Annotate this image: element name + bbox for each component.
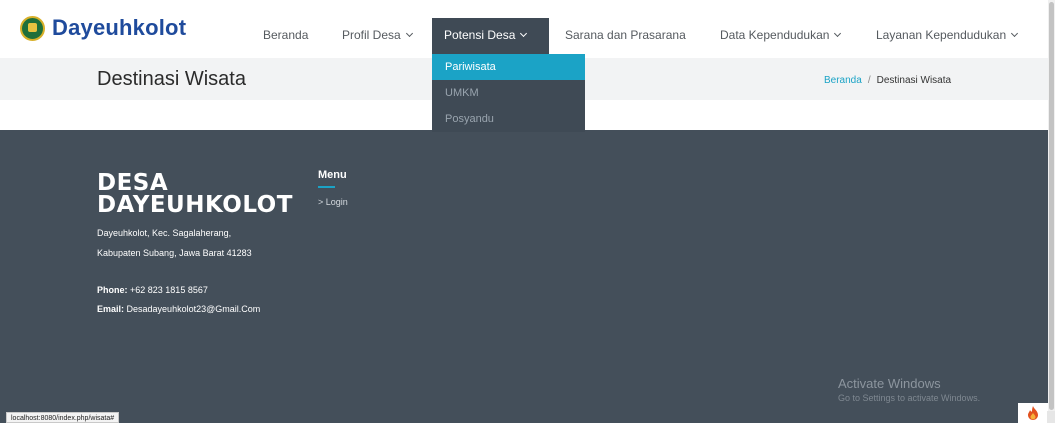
nav-profil-desa[interactable]: Profil Desa <box>342 18 413 54</box>
nav-label: Sarana dan Prasarana <box>565 28 686 42</box>
scrollbar-thumb[interactable] <box>1049 2 1054 410</box>
dropdown-item-posyandu[interactable]: Posyandu <box>432 106 585 132</box>
nav-data-kependudukan[interactable]: Data Kependudukan <box>720 18 842 54</box>
site-footer: DESA DAYEUHKOLOT Dayeuhkolot, Kec. Sagal… <box>0 130 1048 423</box>
footer-phone-value: +62 823 1815 8567 <box>130 285 208 295</box>
flame-icon <box>1028 406 1038 420</box>
nav-sarana-prasarana[interactable]: Sarana dan Prasarana <box>565 18 686 54</box>
site-logo-link[interactable]: Dayeuhkolot <box>20 14 186 42</box>
footer-email-label: Email: <box>97 304 125 314</box>
footer-menu-title: Menu <box>318 169 347 181</box>
footer-brand-line2: DAYEUHKOLOT <box>97 192 293 218</box>
chevron-down-icon <box>834 29 842 38</box>
chevron-right-icon: > <box>318 197 324 207</box>
chevron-down-icon <box>520 29 528 38</box>
nav-label: Beranda <box>263 28 309 42</box>
breadcrumb-home-link[interactable]: Beranda <box>824 75 862 86</box>
footer-address-line1: Dayeuhkolot, Kec. Sagalaherang, <box>97 228 232 238</box>
footer-email: Email: Desadayeuhkolot23@Gmail.Com <box>97 304 260 314</box>
nav-label: Data Kependudukan <box>720 28 830 42</box>
footer-link-login[interactable]: > Login <box>318 197 348 207</box>
breadcrumb: Beranda / Destinasi Wisata <box>824 75 951 86</box>
nav-label: Profil Desa <box>342 28 401 42</box>
site-name: Dayeuhkolot <box>52 15 187 40</box>
nav-layanan-kependudukan[interactable]: Layanan Kependudukan <box>876 18 1019 54</box>
vertical-scrollbar[interactable] <box>1048 0 1055 423</box>
breadcrumb-current: Destinasi Wisata <box>876 75 952 86</box>
village-emblem-icon <box>20 15 45 41</box>
footer-brand: DESA DAYEUHKOLOT <box>97 170 293 218</box>
footer-menu-underline <box>318 186 335 188</box>
footer-link-label: Login <box>325 197 348 207</box>
page: Dayeuhkolot Beranda Profil Desa Potensi … <box>0 0 1055 423</box>
page-title: Destinasi Wisata <box>97 68 246 90</box>
nav-beranda[interactable]: Beranda <box>263 18 308 54</box>
footer-brand-line1: DESA <box>97 170 169 196</box>
site-header: Dayeuhkolot Beranda Profil Desa Potensi … <box>0 0 1048 58</box>
nav-label: Layanan Kependudukan <box>876 28 1007 42</box>
activate-windows-watermark: Activate Windows Go to Settings to activ… <box>838 376 980 403</box>
floating-widget-button[interactable] <box>1018 403 1048 423</box>
dropdown-item-pariwisata[interactable]: Pariwisata <box>432 54 585 80</box>
breadcrumb-separator: / <box>867 75 871 86</box>
nav-label: Potensi Desa <box>444 28 516 42</box>
chevron-down-icon <box>1011 29 1019 38</box>
activate-windows-subtitle: Go to Settings to activate Windows. <box>838 393 981 403</box>
footer-phone: Phone: +62 823 1815 8567 <box>97 285 208 295</box>
dropdown-item-umkm[interactable]: UMKM <box>432 80 585 106</box>
chevron-down-icon <box>405 29 413 38</box>
nav-potensi-desa[interactable]: Potensi Desa <box>432 18 549 54</box>
browser-status-url: localhost:8080/index.php/wisata# <box>6 412 120 423</box>
footer-email-value: Desadayeuhkolot23@Gmail.Com <box>126 304 261 314</box>
potensi-desa-dropdown: Pariwisata UMKM Posyandu <box>432 54 585 132</box>
footer-address-line2: Kabupaten Subang, Jawa Barat 41283 <box>97 248 252 258</box>
scroll-down-arrow[interactable] <box>1047 411 1055 423</box>
footer-phone-label: Phone: <box>97 285 128 295</box>
activate-windows-title: Activate Windows <box>838 376 941 391</box>
